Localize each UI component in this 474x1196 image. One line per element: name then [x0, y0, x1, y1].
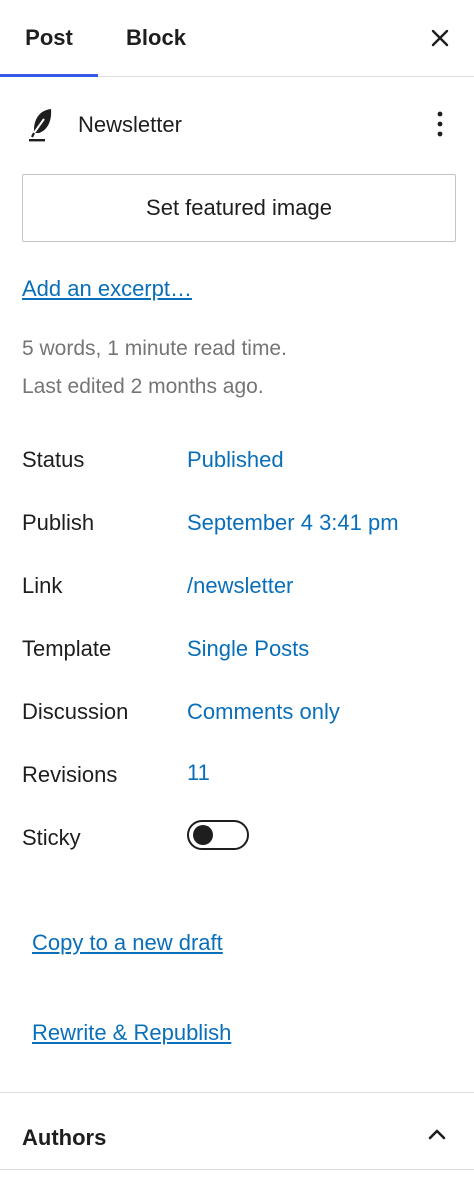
close-icon — [431, 29, 449, 47]
discussion-button[interactable]: Comments only — [187, 699, 340, 725]
link-label: Link — [22, 573, 63, 598]
rewrite-republish-link[interactable]: Rewrite & Republish — [32, 1020, 231, 1046]
chevron-up-icon — [428, 1129, 446, 1140]
last-edited-text: Last edited 2 months ago. — [22, 375, 264, 398]
sticky-label: Sticky — [22, 825, 81, 850]
post-summary-header: Newsletter — [0, 100, 474, 152]
template-button[interactable]: Single Posts — [187, 636, 309, 662]
add-excerpt-link[interactable]: Add an excerpt… — [22, 276, 192, 302]
revisions-button[interactable]: 11 — [187, 760, 210, 786]
revisions-label: Revisions — [22, 762, 118, 787]
template-label: Template — [22, 636, 112, 661]
authors-panel-title: Authors — [22, 1125, 107, 1150]
word-count-text: 5 words, 1 minute read time. — [22, 337, 287, 360]
discussion-label: Discussion — [22, 699, 129, 724]
copy-to-new-draft-link[interactable]: Copy to a new draft — [32, 930, 223, 956]
close-button[interactable] — [418, 16, 462, 60]
more-vertical-icon — [437, 111, 443, 137]
publish-date-button[interactable]: September 4 3:41 pm — [187, 510, 399, 536]
tab-post[interactable]: Post — [0, 0, 98, 77]
set-featured-image-button[interactable]: Set featured image — [22, 174, 456, 242]
post-actions-button[interactable] — [428, 104, 452, 144]
status-value-button[interactable]: Published — [187, 447, 284, 473]
post-settings-panel: Post Block Newsletter Set featured image… — [0, 0, 474, 1196]
permalink-button[interactable]: /newsletter — [187, 573, 293, 599]
sidebar-tabs: Post Block — [0, 0, 474, 77]
post-title: Newsletter — [78, 112, 182, 137]
publish-label: Publish — [22, 510, 95, 535]
toggle-knob — [193, 825, 213, 845]
status-label: Status — [22, 447, 85, 472]
tab-block[interactable]: Block — [110, 0, 202, 76]
sticky-toggle[interactable] — [187, 820, 249, 850]
feather-icon — [29, 109, 52, 142]
authors-panel-toggle[interactable]: Authors — [0, 1092, 474, 1170]
